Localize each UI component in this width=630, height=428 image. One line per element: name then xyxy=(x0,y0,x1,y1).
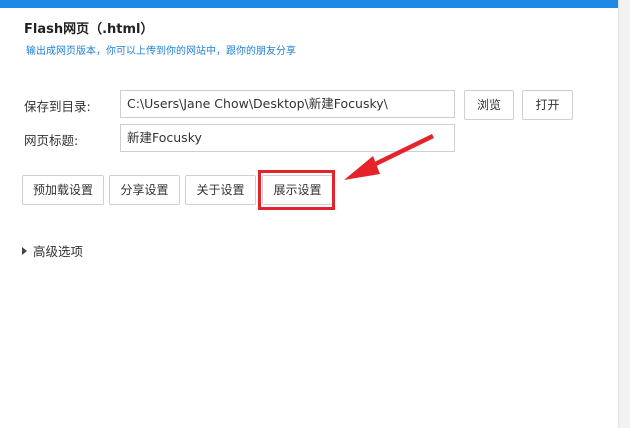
page-subtitle: 输出成网页版本，你可以上传到你的网站中，跟你的朋友分享 xyxy=(26,46,296,57)
save-dir-input[interactable]: C:\Users\Jane Chow\Desktop\新建Focusky\ xyxy=(120,90,455,118)
advanced-options-toggle[interactable]: 高级选项 xyxy=(22,241,83,260)
triangle-right-icon xyxy=(22,246,27,255)
annotation-highlight-box xyxy=(258,170,335,210)
preload-settings-button[interactable]: 预加载设置 xyxy=(22,175,104,205)
browse-button[interactable]: 浏览 xyxy=(464,90,514,120)
annotation-arrow-icon xyxy=(344,134,434,180)
page-title-label: 网页标题: xyxy=(24,133,79,148)
about-settings-button[interactable]: 关于设置 xyxy=(185,175,256,205)
page-title-input[interactable]: 新建Focusky xyxy=(120,124,455,152)
advanced-options-label: 高级选项 xyxy=(33,244,84,259)
save-dir-label: 保存到目录: xyxy=(24,99,91,114)
top-accent-bar xyxy=(0,0,630,8)
page-title: Flash网页（.html） xyxy=(24,22,154,37)
open-button[interactable]: 打开 xyxy=(522,90,573,120)
share-settings-button[interactable]: 分享设置 xyxy=(109,175,180,205)
window-right-edge xyxy=(618,0,630,428)
